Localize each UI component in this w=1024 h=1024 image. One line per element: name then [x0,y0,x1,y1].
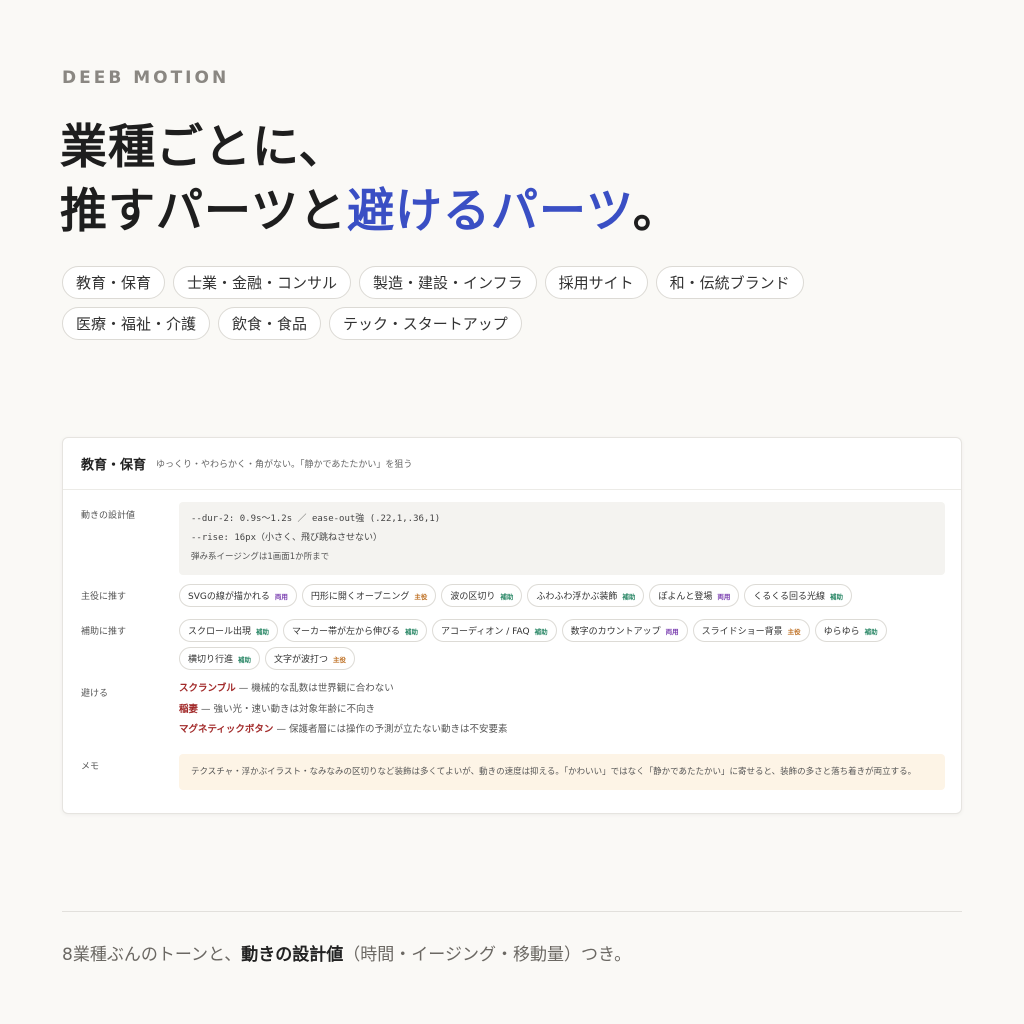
role-badge: 主役 [414,592,428,601]
memo-box: テクスチャ・浮かぶイラスト・なみなみの区切りなど装飾は多くてよいが、動きの速度は… [179,754,945,790]
role-badge: 補助 [238,655,252,664]
card-title: 教育・保育 [81,458,147,473]
role-badge: 主役 [787,627,801,636]
part-pill[interactable]: 円形に開くオープニング 主役 [301,584,437,607]
industry-tag-list: 教育・保育 士業・金融・コンサル 製造・建設・インフラ 採用サイト 和・伝統ブラ… [62,266,862,340]
memo-label: メモ [81,762,100,772]
headline-prefix: 推すパーツと [60,184,348,239]
part-pill[interactable]: 数字のカウントアップ 両用 [561,619,688,642]
avoid-item: マグネティックボタン — 保護者層には操作の予測が立たない動きは不安要素 [179,720,945,741]
role-badge: 両用 [274,592,288,601]
role-badge: 補助 [534,627,548,636]
part-label: マーカー帯が左から伸びる [292,627,401,637]
part-label: ぽよんと登場 [658,592,713,602]
avoid-label: 避ける [81,689,109,699]
role-badge: 補助 [622,592,636,601]
part-label: SVGの線が描かれる [188,592,270,602]
part-label: 文字が波打つ [274,655,329,665]
headline-suffix: 。 [632,184,681,239]
footer-caption: 8業種ぶんのトーンと、動きの設計値（時間・イージング・移動量）つき。 [62,940,631,965]
card-subtitle: ゆっくり・やわらかく・角がない。「静かであたたかい」を狙う [156,460,413,470]
part-pill[interactable]: スクロール出現 補助 [179,619,279,642]
sub-parts-list: スクロール出現 補助 マーカー帯が左から伸びる 補助 アコーディオン / FAQ 補助… [179,619,945,670]
industry-tag[interactable]: 医療・福祉・介護 [62,307,211,340]
headline-line2: 推すパーツと避けるパーツ。 [60,180,681,244]
part-label: スクロール出現 [188,627,252,637]
avoid-term: マグネティックボタン [179,724,274,735]
avoid-list: スクランブル — 機械的な乱数は世界観に合わない 稲妻 — 強い光・速い動きは対… [179,679,945,741]
footer-suffix: （時間・イージング・移動量）つき。 [343,945,632,965]
part-label: 横切り行進 [188,655,234,665]
role-badge: 補助 [256,627,270,636]
part-pill[interactable]: 波の区切り 補助 [441,584,523,607]
part-pill[interactable]: ふわふわ浮かぶ装飾 補助 [527,584,645,607]
part-label: くるくる回る光線 [753,592,826,602]
part-pill[interactable]: 横切り行進 補助 [179,647,261,670]
industry-tag[interactable]: 和・伝統ブランド [655,266,804,299]
industry-tag[interactable]: テック・スタートアップ [329,307,522,340]
part-label: スライドショー背景 [701,627,783,637]
industry-detail-card: 教育・保育 ゆっくり・やわらかく・角がない。「静かであたたかい」を狙う 動きの設… [62,437,962,814]
avoid-term: 稲妻 [179,703,199,715]
industry-tag[interactable]: 教育・保育 [62,266,166,299]
part-label: 数字のカウントアップ [570,627,661,637]
footer-prefix: 8業種ぶんのトーンと、 [62,945,242,965]
part-label: 円形に開くオープニング [310,592,410,602]
role-badge: 両用 [665,627,679,636]
role-badge: 補助 [405,627,419,636]
headline-line1: 業種ごとに、 [60,120,347,175]
design-values-box: --dur-2: 0.9s〜1.2s ／ ease-out強 (.22,1,.3… [179,502,945,575]
role-badge: 補助 [864,627,878,636]
design-values-label: 動きの設計値 [81,511,136,521]
role-badge: 補助 [500,592,514,601]
part-pill[interactable]: SVGの線が描かれる 両用 [179,584,297,607]
footer-bold: 動きの設計値 [241,945,344,965]
footer-divider [62,911,962,912]
main-parts-list: SVGの線が描かれる 両用 円形に開くオープニング 主役 波の区切り 補助 ふわふわ浮… [179,584,945,607]
role-badge: 補助 [830,592,844,601]
card-header: 教育・保育 ゆっくり・やわらかく・角がない。「静かであたたかい」を狙う [63,438,961,490]
brand-label: DEEB MOTION [62,68,230,88]
part-pill[interactable]: くるくる回る光線 補助 [744,584,853,607]
industry-tag[interactable]: 製造・建設・インフラ [359,266,537,299]
part-label: ゆらゆら [823,627,860,637]
part-pill[interactable]: アコーディオン / FAQ 補助 [432,619,557,642]
avoid-term: スクランブル [179,683,236,694]
avoid-reason: — 機械的な乱数は世界観に合わない [235,683,394,694]
design-note: 弾み系イージングは1画面1か所まで [191,552,330,562]
avoid-item: 稲妻 — 強い光・速い動きは対象年齢に不向き [179,700,945,721]
industry-tag[interactable]: 飲食・食品 [218,307,322,340]
part-pill[interactable]: ゆらゆら 補助 [814,619,887,642]
design-code-dur: --dur-2: 0.9s〜1.2s ／ ease-out強 (.22,1,.3… [191,514,441,524]
avoid-item: スクランブル — 機械的な乱数は世界観に合わない [179,679,945,700]
headline-accent: 避けるパーツ [347,184,633,239]
design-code-rise: --rise: 16px（小さく、飛び跳ねさせない） [191,533,383,543]
part-pill[interactable]: マーカー帯が左から伸びる 補助 [283,619,428,642]
industry-tag[interactable]: 採用サイト [544,266,648,299]
industry-tag[interactable]: 士業・金融・コンサル [173,266,352,299]
avoid-reason: — 保護者層には操作の予測が立たない動きは不安要素 [273,724,508,735]
sub-parts-label: 補助に推す [81,627,127,637]
part-label: アコーディオン / FAQ [441,627,530,637]
role-badge: 主役 [333,655,347,664]
part-label: ふわふわ浮かぶ装飾 [536,592,618,602]
part-pill[interactable]: スライドショー背景 主役 [692,619,810,642]
part-pill[interactable]: 文字が波打つ 主役 [265,647,356,670]
headline: 業種ごとに、 推すパーツと避けるパーツ。 [60,116,681,244]
part-pill[interactable]: ぽよんと登場 両用 [649,584,740,607]
role-badge: 両用 [717,592,731,601]
avoid-reason: — 強い光・速い動きは対象年齢に不向き [198,703,376,715]
part-label: 波の区切り [450,592,496,602]
main-parts-label: 主役に推す [81,592,127,602]
